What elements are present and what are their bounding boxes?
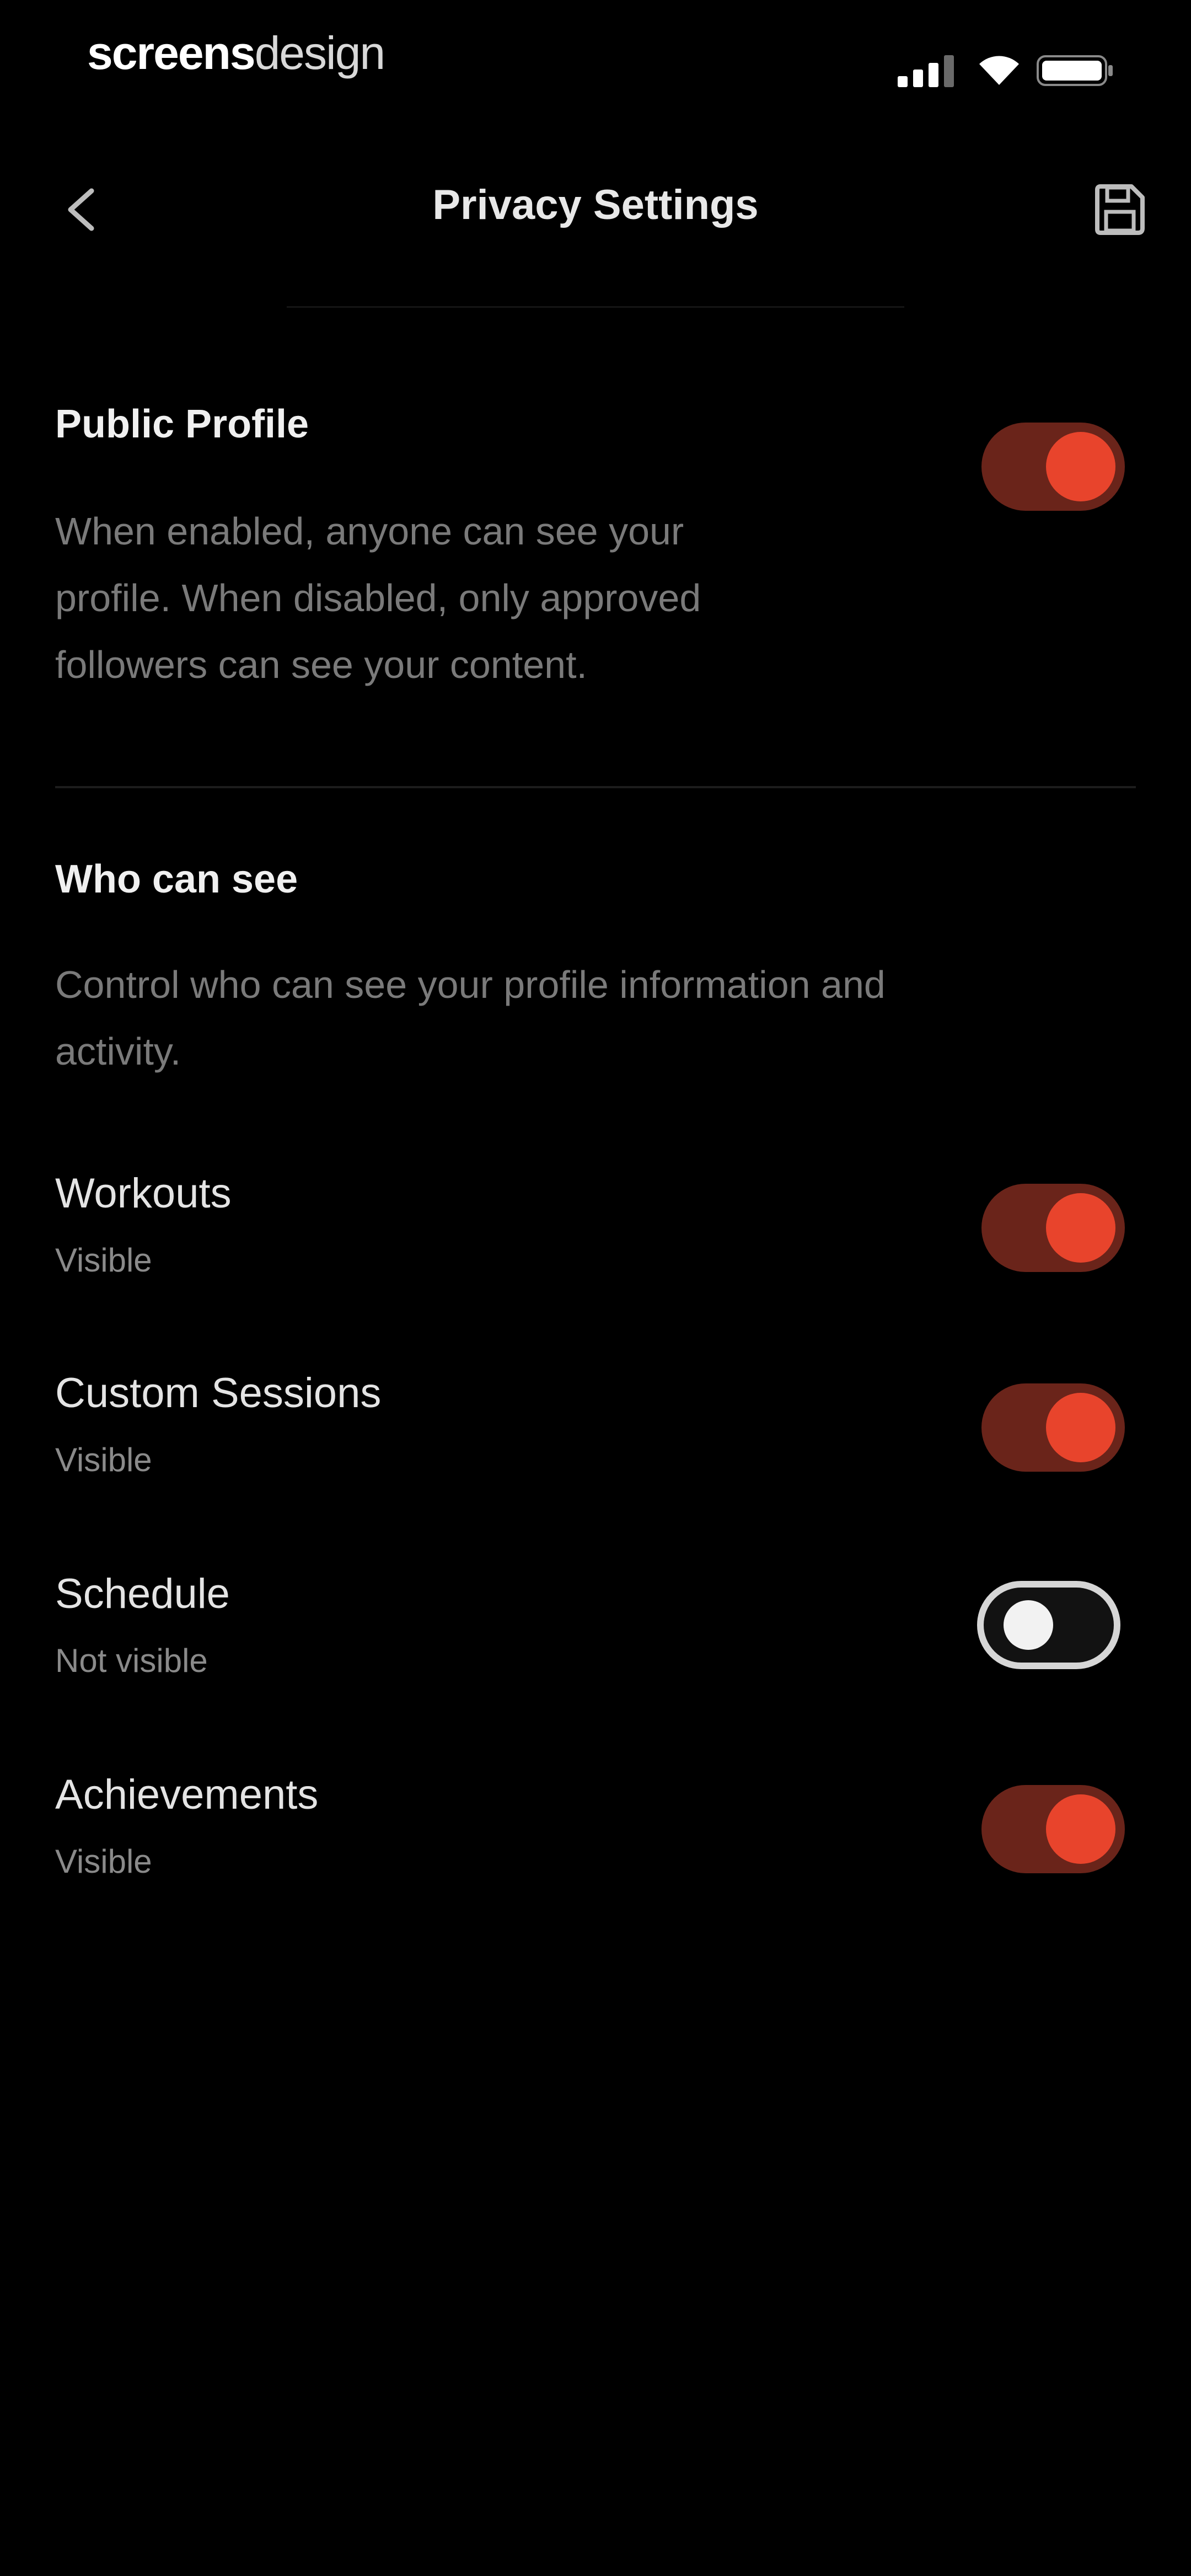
custom-sessions-toggle[interactable] [981,1383,1125,1472]
toggle-knob [1046,1193,1115,1263]
public-profile-description-line: profile. When disabled, only approved [55,576,701,619]
battery-icon [1037,55,1113,86]
toggle-knob [1046,1794,1115,1864]
workouts-label: Workouts [55,1170,232,1217]
public-profile-description-line: When enabled, anyone can see your [55,510,684,553]
section-divider [55,786,1136,788]
wifi-icon [979,56,1019,85]
toggle-knob [1046,1393,1115,1462]
who-can-see-heading: Who can see [55,857,298,901]
public-profile-description-line: followers can see your content. [55,643,587,686]
save-icon [1095,184,1145,235]
page-title: Privacy Settings [432,181,759,228]
schedule-status: Not visible [55,1642,208,1679]
custom-sessions-label: Custom Sessions [55,1370,382,1417]
schedule-toggle[interactable] [977,1581,1120,1669]
who-can-see-description: Control who can see your profile informa… [55,952,886,1085]
public-profile-toggle[interactable] [981,423,1125,511]
toggle-knob [1046,432,1115,501]
save-button[interactable] [1092,182,1147,237]
who-can-see-description-line: Control who can see your profile informa… [55,963,886,1006]
cellular-signal-icon [898,54,958,87]
header-divider [287,306,904,308]
achievements-status: Visible [55,1843,152,1880]
brand-watermark-light: design [254,27,386,79]
custom-sessions-status: Visible [55,1441,152,1478]
toggle-knob [1004,1600,1053,1650]
workouts-toggle[interactable] [981,1184,1125,1272]
public-profile-heading: Public Profile [55,402,309,446]
brand-watermark: screensdesign [87,26,386,80]
achievements-toggle[interactable] [981,1785,1125,1873]
achievements-label: Achievements [55,1771,319,1818]
public-profile-description: When enabled, anyone can see your profil… [55,498,701,698]
who-can-see-description-line: activity. [55,1030,181,1073]
workouts-status: Visible [55,1242,152,1279]
brand-watermark-bold: screens [87,27,256,79]
schedule-label: Schedule [55,1570,230,1617]
